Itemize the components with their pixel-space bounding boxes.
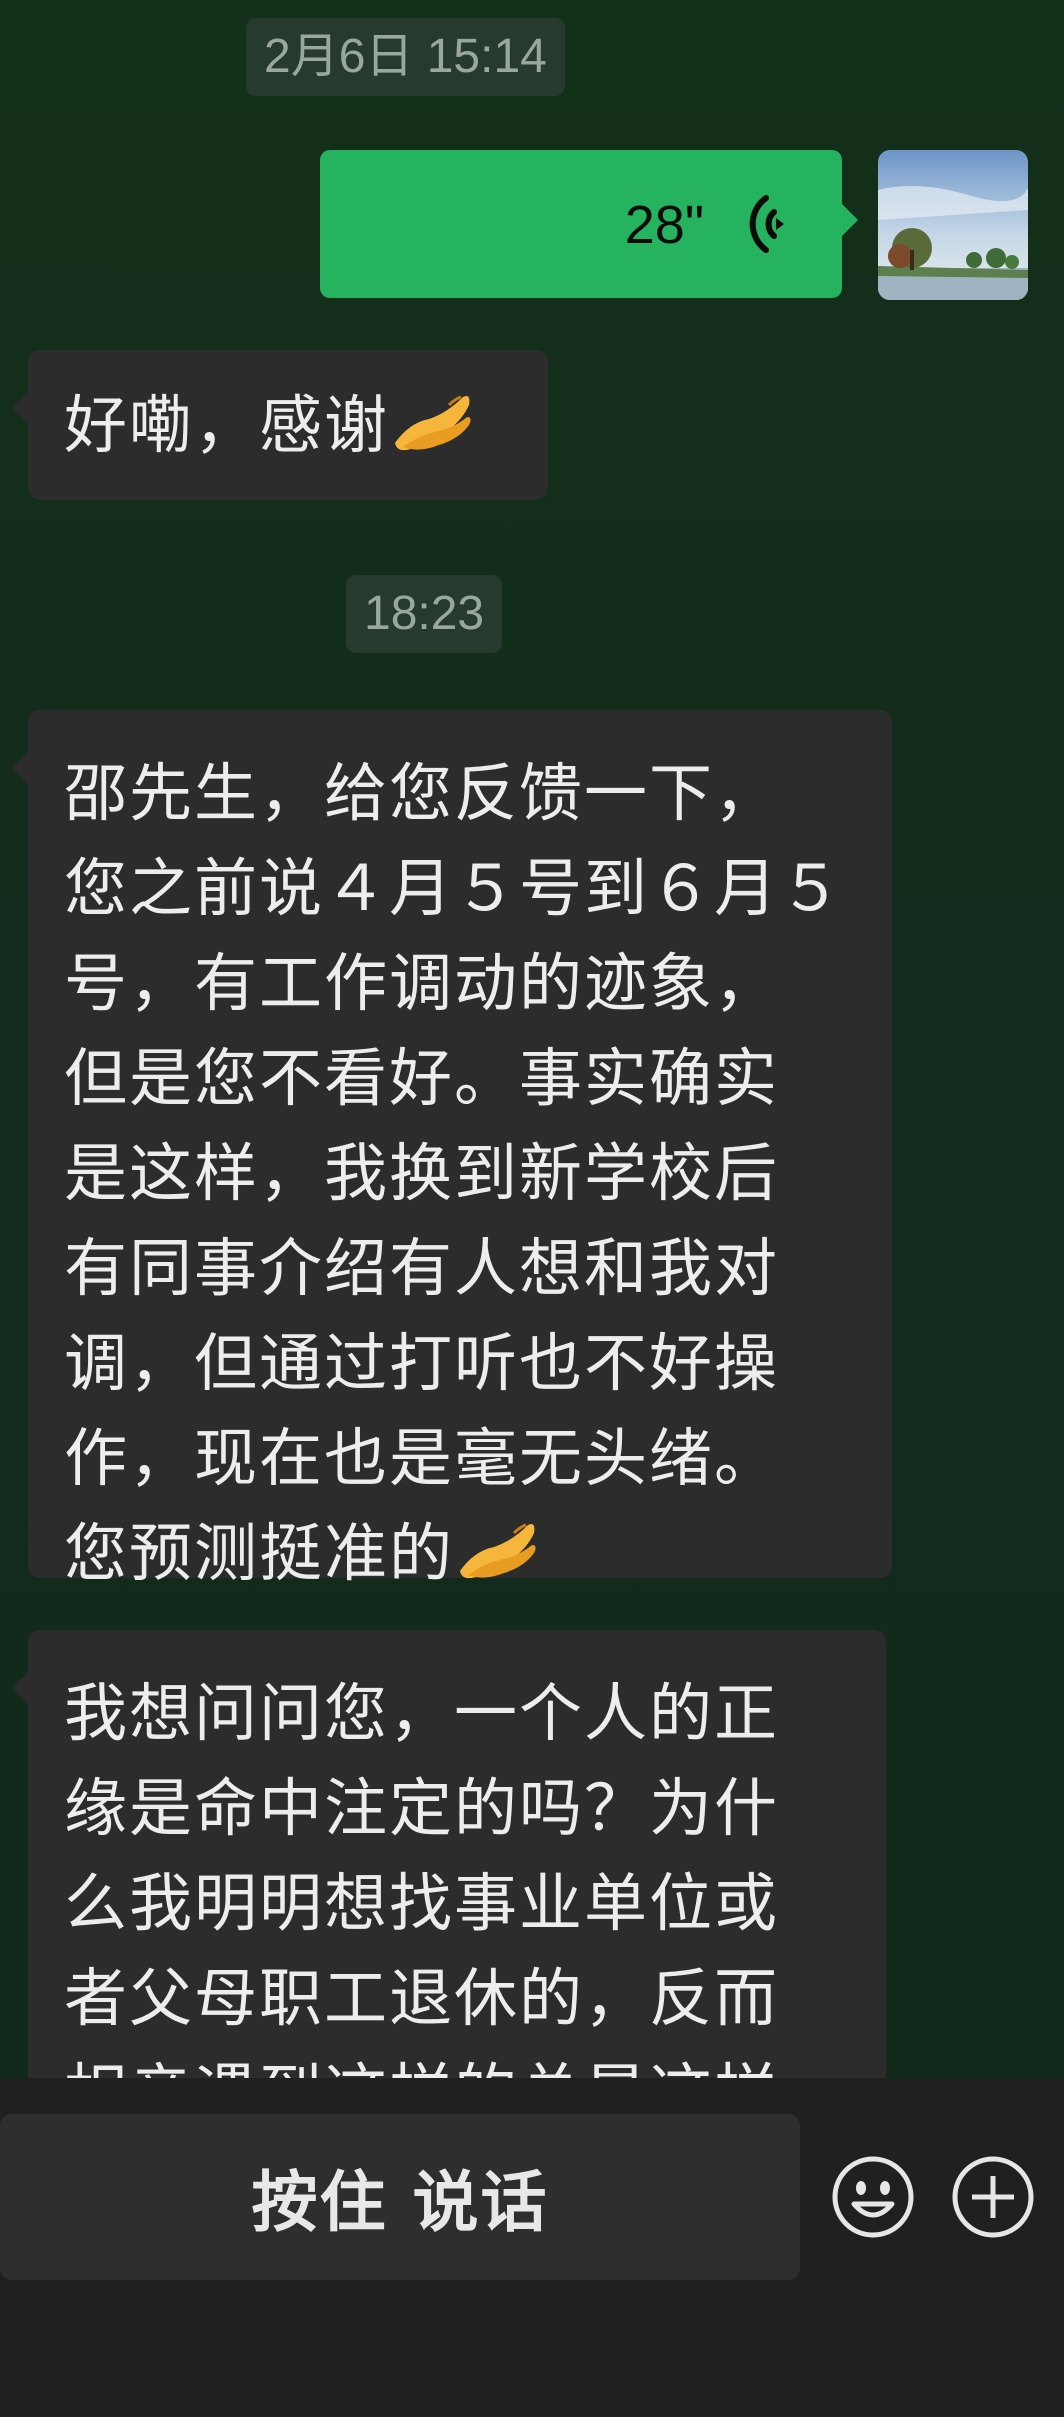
user-avatar[interactable] [878, 150, 1028, 300]
message-line: 是这样，我换到新学校后 [64, 1137, 779, 1210]
plus-icon[interactable] [950, 2154, 1036, 2240]
message-text: 您预测挺准的 [64, 1517, 454, 1590]
incoming-message[interactable]: 好嘞，感谢 [12, 350, 548, 500]
message-line: 您之前说４月５号到６月５ [64, 852, 844, 925]
message-line: 相亲遇到这样的总是这样 [64, 2046, 844, 2078]
pinched-fingers-emoji [395, 395, 471, 451]
message-line: 我想问问您，一个人的正 [64, 1677, 779, 1750]
voice-message-bubble[interactable]: 28" [320, 150, 858, 298]
voice-wave-icon [749, 195, 784, 253]
message-line: 但是您不看好。事实确实 [64, 1042, 779, 1115]
message-text: 好嘞，感谢 [64, 389, 389, 462]
message-line: 有同事介绍有人想和我对 [64, 1232, 779, 1305]
voice-duration: 28" [624, 195, 704, 255]
pinched-fingers-emoji [460, 1523, 536, 1579]
message-line: 邵先生，给您反馈一下， [64, 757, 779, 830]
message-line: 号，有工作调动的迹象， [64, 947, 779, 1020]
timestamp-chip: 2月6日 15:14 [246, 18, 565, 96]
incoming-message[interactable]: 邵先生，给您反馈一下， 您之前说４月５号到６月５ 号，有工作调动的迹象， 但是您… [12, 710, 892, 1590]
incoming-message[interactable]: 我想问问您，一个人的正 缘是命中注定的吗？为什 么我明明想找事业单位或 者父母职… [12, 1630, 886, 2078]
timestamp-chip: 18:23 [346, 575, 503, 653]
hold-to-talk-button[interactable]: 按住 说话 [0, 2114, 800, 2280]
message-list[interactable]: 2月6日 15:14 28" 好嘞，感谢 18:23 邵先生，给您反馈一下， 您… [0, 0, 1064, 2078]
message-line: 者父母职工退休的，反而 [64, 1962, 779, 2035]
message-line: 您预测挺准的 [64, 1506, 850, 1601]
message-line: 缘是命中注定的吗？为什 [64, 1772, 779, 1845]
message-line: 么我明明想找事业单位或 [64, 1867, 779, 1940]
message-line: 调，但通过打听也不好操 [64, 1327, 779, 1400]
message-line: 作，现在也是毫无头绪。 [64, 1422, 779, 1495]
chat-screen: 2月6日 15:14 28" 好嘞，感谢 18:23 邵先生，给您反馈一下， 您… [0, 0, 1064, 2417]
input-bar: 按住 说话 [0, 2078, 1064, 2417]
smiley-icon[interactable] [830, 2154, 916, 2240]
